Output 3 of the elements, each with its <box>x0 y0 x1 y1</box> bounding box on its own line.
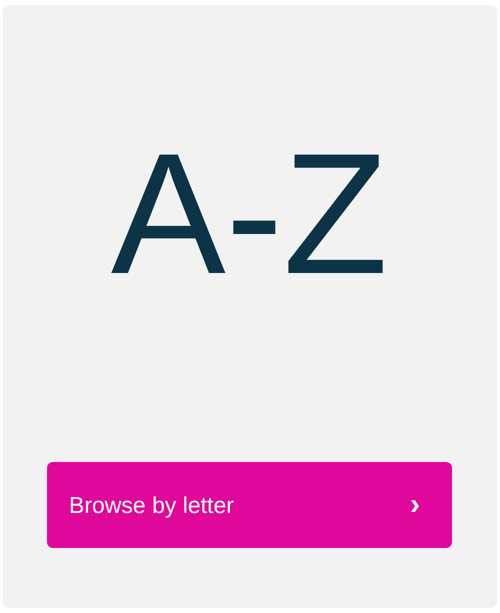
browse-by-letter-button[interactable]: Browse by letter › <box>47 462 452 548</box>
a-z-heading: A-Z <box>110 128 388 300</box>
chevron-icon: › <box>410 488 420 522</box>
